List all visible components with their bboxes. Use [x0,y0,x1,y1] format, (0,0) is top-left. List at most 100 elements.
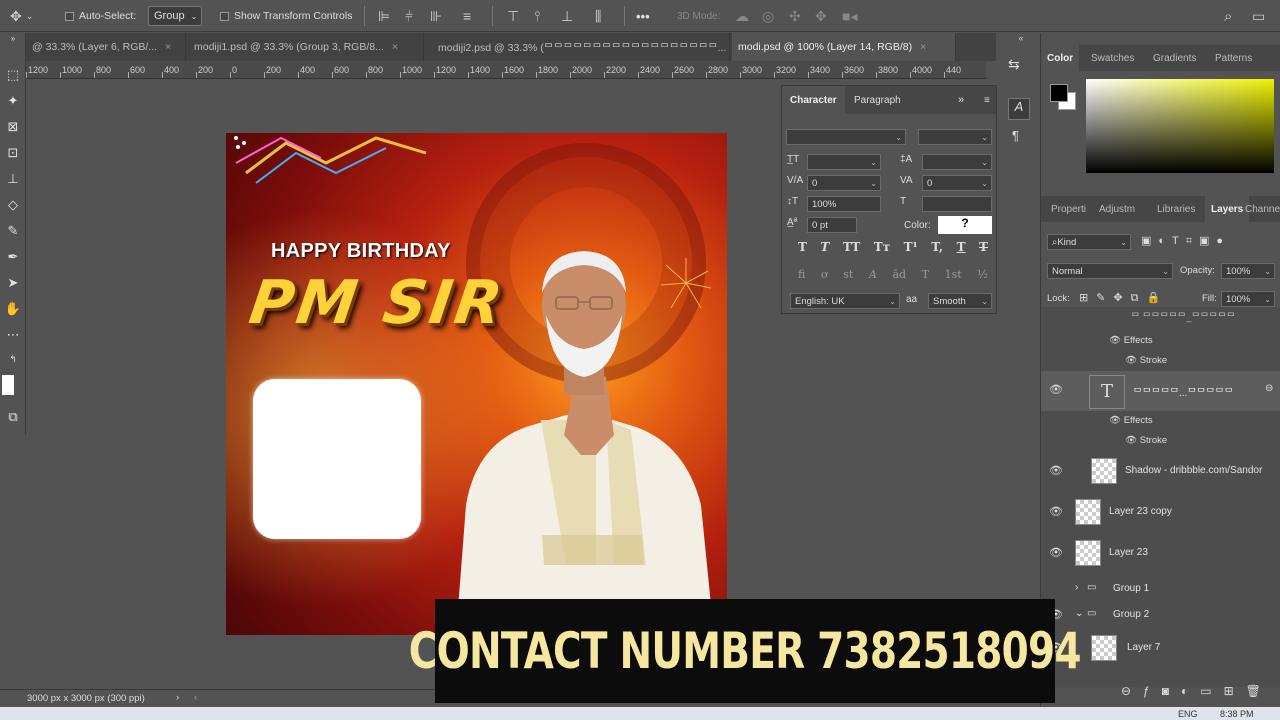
antialias-select[interactable]: Smooth ⌄ [928,293,992,309]
crop-tool-icon[interactable]: ⊠ [0,115,26,139]
swap-colors-icon[interactable]: ↰ [0,347,26,371]
language-indicator[interactable]: ENG [1178,709,1198,719]
align-right-icon[interactable]: ⊪ [430,0,442,32]
layer-partial-name[interactable]: ᄆ ᄆᄆᄆᄆᄆ_ᄆᄆᄆᄆᄆ [1131,309,1235,323]
workspace-icon[interactable]: ▭ [1252,0,1265,32]
auto-select-dropdown[interactable]: Group ⌄ [148,6,202,26]
horizontal-scale-field[interactable] [922,196,992,212]
poster-artwork[interactable]: HAPPY BIRTHDAY PM SIR [226,133,727,635]
more-options-button[interactable]: ••• [636,0,650,32]
close-icon[interactable]: × [920,41,926,53]
3d-roll-icon[interactable]: ◎ [762,0,774,32]
close-icon[interactable]: × [392,41,398,53]
layer-row-layer-23[interactable]: 👁 Layer 23 [1041,534,1280,574]
more-tools-icon[interactable]: ⋯ [0,323,26,347]
align-top-icon[interactable]: ⊤ [507,0,519,32]
effects-row[interactable]: 👁 Effects [1109,415,1153,426]
3d-scale-icon[interactable]: ■◂ [842,0,857,32]
layers-footer-icons[interactable]: ⊖ƒ◙◐▭⊞🗑 [1121,684,1273,698]
screen-mode-icon[interactable]: ⧉ [0,405,26,429]
layer-row-group-1[interactable]: › ▭ Group 1 [1041,577,1280,601]
photo-placeholder[interactable] [253,379,421,539]
search-icon[interactable]: ⌕ [1224,0,1232,32]
stamp-tool-icon[interactable]: ⊥ [0,167,26,191]
stroke-row[interactable]: 👁 Stroke [1125,355,1167,366]
eye-icon[interactable]: 👁 [1049,505,1063,518]
font-family-select[interactable]: ⌄ [786,129,906,145]
swash-button[interactable]: A [869,268,877,281]
eye-icon[interactable]: 👁 [1049,383,1063,396]
tab-gradients[interactable]: Gradients [1147,45,1202,71]
eraser-tool-icon[interactable]: ◇ [0,193,26,217]
titling-alternates-button[interactable]: T [922,268,929,281]
all-caps-button[interactable]: TT [843,240,860,254]
tab-character[interactable]: Character [782,86,845,114]
align-center-icon[interactable]: ⫩ [405,0,413,32]
close-icon[interactable]: × [165,41,171,53]
3d-orbit-icon[interactable]: ☁ [735,0,749,32]
discretionary-ligatures-button[interactable]: st [843,268,853,281]
collapse-panel-icon[interactable]: » [950,86,972,114]
tab-doc-3[interactable]: modiji2.psd @ 33.3% (ᄆᄆᄆᄆᄆᄆᄆᄆᄆᄆᄆᄆᄆᄆᄆᄆᄆᄆ.… [432,33,730,61]
character-panel-icon[interactable]: A [1008,98,1030,120]
leading-field[interactable]: ⌄ [922,154,992,170]
marquee-tool-icon[interactable]: ⬚ [0,63,26,87]
align-bottom-icon[interactable]: ⊥ [561,0,573,32]
dodge-tool-icon[interactable]: ✎ [0,219,26,243]
small-caps-button[interactable]: Tт [874,240,890,254]
eye-icon[interactable]: 👁 [1125,355,1140,366]
chevron-down-icon[interactable]: ⌄ [1075,608,1083,619]
tab-libraries[interactable]: Libraries [1151,196,1201,222]
fill-field[interactable]: 100% ⌄ [1221,291,1275,307]
clock[interactable]: 8:38 PM [1220,709,1254,719]
color-picker-field[interactable] [1086,79,1274,173]
distribute-icon[interactable]: ≡ [463,0,471,32]
move-tool-icon[interactable]: ✥ ⌄ [10,0,33,32]
tab-adjustments[interactable]: Adjustm [1093,196,1141,222]
align-middle-icon[interactable]: ⫯ [534,0,540,32]
collapse-icon[interactable]: » [0,33,26,43]
superscript-button[interactable]: T¹ [904,240,918,254]
tab-color[interactable]: Color [1041,45,1080,71]
stylistic-alternates-button[interactable]: ād [892,268,906,281]
eye-icon[interactable]: 👁 [1109,335,1124,346]
tab-patterns[interactable]: Patterns [1209,45,1258,71]
paragraph-panel-icon[interactable]: ¶ [1012,128,1019,143]
eye-icon[interactable]: 👁 [1049,464,1063,477]
vertical-scale-field[interactable]: 100% [807,196,881,212]
magic-wand-icon[interactable]: ✦ [0,89,26,113]
blend-mode-select[interactable]: Normal ⌄ [1047,263,1173,279]
history-icon[interactable]: ⇆ [1008,56,1020,73]
effects-row[interactable]: 👁 Effects [1109,335,1153,346]
tab-paragraph[interactable]: Paragraph [846,86,909,114]
layer-filter-select[interactable]: ⌕ Kind ⌄ [1047,234,1131,250]
distribute-vertical-icon[interactable]: ⫼ [595,0,601,32]
tab-swatches[interactable]: Swatches [1085,45,1140,71]
kerning-field[interactable]: 0 ⌄ [807,175,881,191]
eye-icon[interactable]: 👁 [1109,415,1124,426]
layer-row-layer-23-copy[interactable]: 👁 Layer 23 copy [1041,493,1280,533]
show-transform-checkbox[interactable]: Show Transform Controls [220,0,352,32]
old-style-button[interactable]: ơ [821,268,828,281]
chevron-left-icon[interactable]: ‹ [194,692,197,703]
panel-menu-icon[interactable]: ≡ [976,86,998,114]
font-size-field[interactable]: ⌄ [807,154,881,170]
underline-button[interactable]: T [957,240,966,254]
foreground-swatch[interactable] [0,373,26,397]
tab-doc-2[interactable]: modiji1.psd @ 33.3% (Group 3, RGB/8... × [188,33,424,61]
eye-icon[interactable]: 👁 [1125,435,1140,446]
faux-bold-button[interactable]: T [798,240,807,254]
3d-pan-icon[interactable]: ✣ [789,0,801,32]
layer-row-shadow[interactable]: 👁 Shadow - dribbble.com/Sandor [1041,452,1280,492]
foreground-color-swatch[interactable] [1050,84,1068,102]
language-select[interactable]: English: UK ⌄ [790,293,900,309]
tab-properties[interactable]: Properti [1045,196,1092,222]
ligatures-button[interactable]: fi [798,268,805,281]
tab-doc-active[interactable]: modi.psd @ 100% (Layer 14, RGB/8) × [732,33,956,61]
text-color-swatch[interactable]: ? [938,216,992,234]
tab-doc-1[interactable]: @ 33.3% (Layer 6, RGB/... × [26,33,186,61]
chevron-right-icon[interactable]: › [176,692,179,703]
auto-select-checkbox[interactable]: Auto-Select: [65,0,136,32]
hand-tool-icon[interactable]: ✋ [0,297,26,321]
happy-birthday-text[interactable]: HAPPY BIRTHDAY [271,240,451,263]
